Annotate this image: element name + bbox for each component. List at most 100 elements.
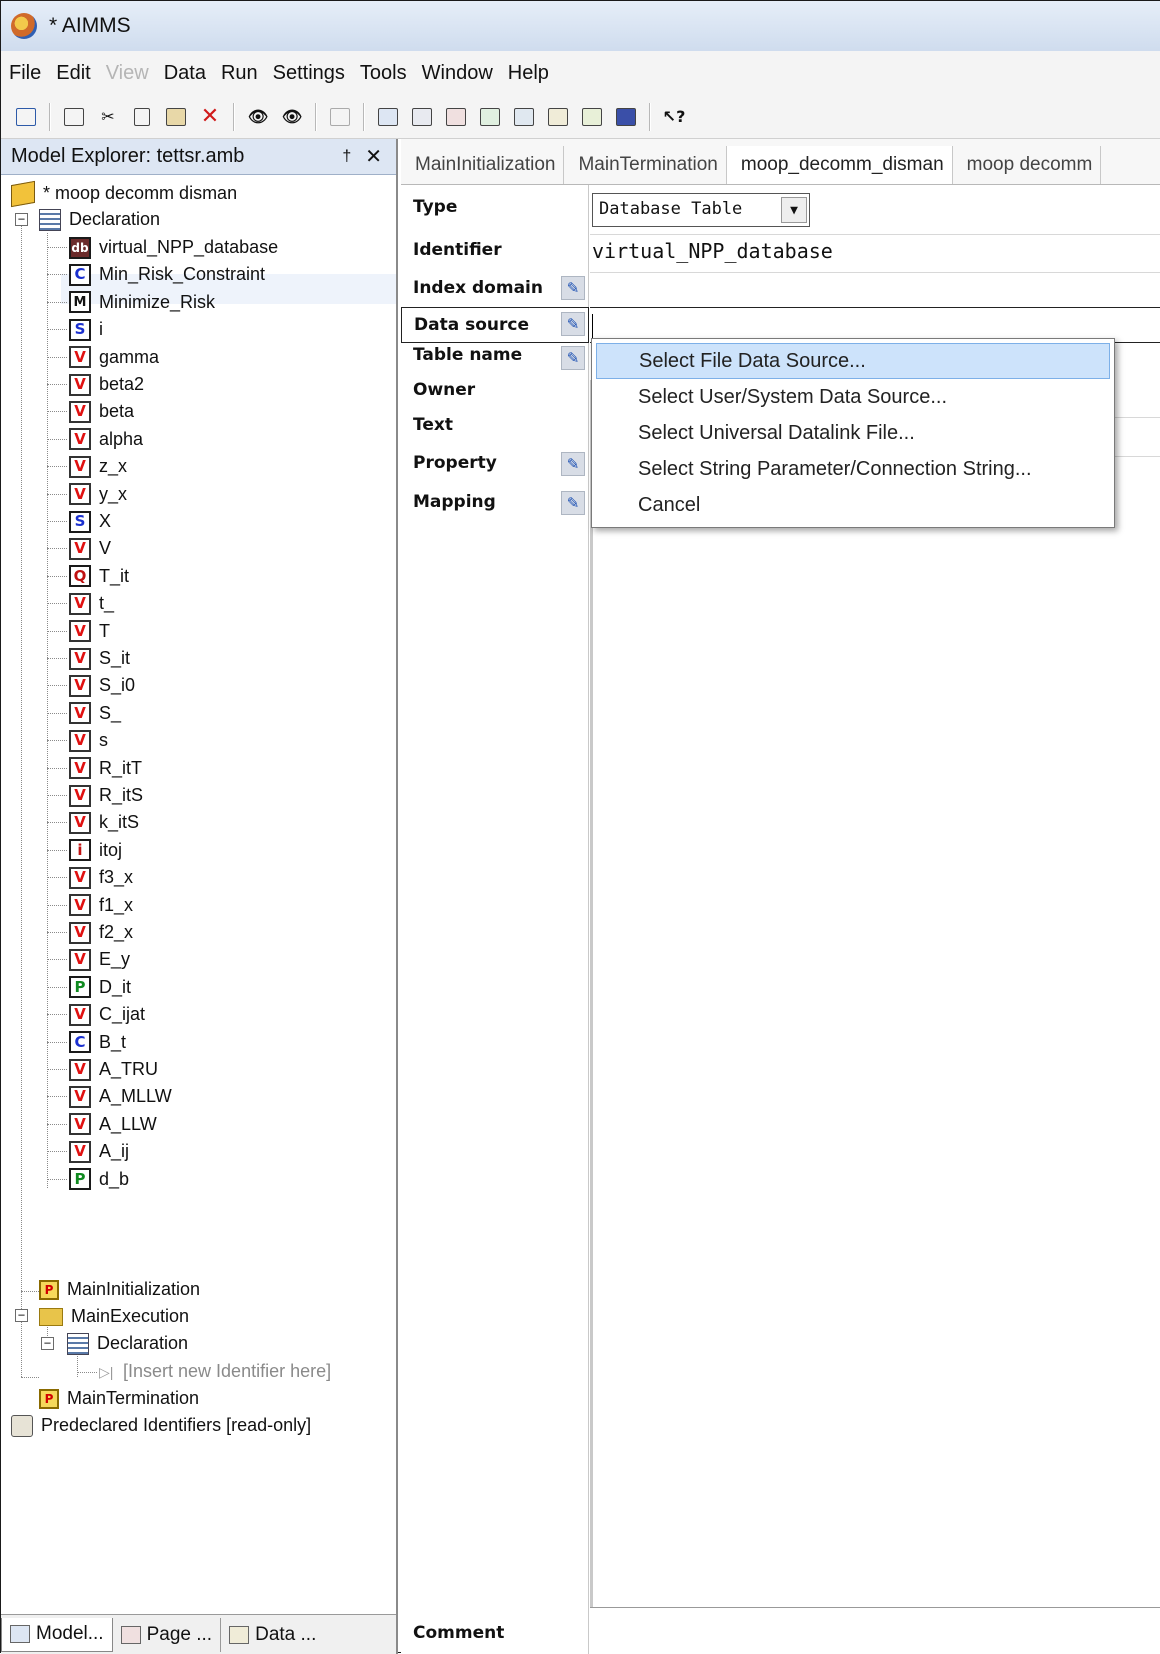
close-icon[interactable]: ✕ — [365, 144, 382, 169]
tree-declaration[interactable]: Declaration — [39, 206, 160, 233]
chevron-down-icon[interactable]: ▼ — [781, 197, 807, 223]
tree-exec-declaration[interactable]: Declaration — [67, 1330, 188, 1357]
identifier-row[interactable]: C Min_Risk_Constraint — [69, 261, 265, 288]
menu-file[interactable]: File — [9, 62, 41, 85]
tab-model-explorer[interactable]: Model... — [1, 1617, 113, 1652]
calendar-icon[interactable] — [13, 104, 39, 130]
comment-field[interactable] — [590, 1607, 1160, 1654]
identifier-row[interactable]: V A_ij — [69, 1138, 129, 1165]
tree-root-model[interactable]: * moop decomm disman — [11, 180, 237, 207]
menu-tools[interactable]: Tools — [360, 62, 407, 85]
identifier-row[interactable]: Vf1_x — [69, 892, 133, 919]
identifier-row[interactable]: V R_itT — [69, 755, 142, 782]
identifier-row[interactable]: VV — [69, 535, 111, 562]
data-manager-icon[interactable] — [545, 104, 571, 130]
identifier-row[interactable]: Vf2_x — [69, 919, 133, 946]
tab-data-manager[interactable]: Data ... — [221, 1618, 324, 1652]
identifier-row[interactable]: V S_it — [69, 645, 130, 672]
find-icon[interactable]: 👁 — [245, 104, 271, 130]
tab-moop-decomm-disman[interactable]: moop_decomm_disman — [726, 146, 953, 184]
identifier-row[interactable]: VT — [69, 618, 110, 645]
menu-item-select-string-parameter[interactable]: Select String Parameter/Connection Strin… — [596, 451, 1110, 487]
tree-main-execution[interactable]: MainExecution — [39, 1303, 189, 1330]
wizard-button-icon[interactable]: ✎ — [561, 452, 585, 476]
menu-builder-icon[interactable] — [511, 104, 537, 130]
identifier-row[interactable]: Vf3_x — [69, 864, 133, 891]
identifier-row[interactable]: V R_itS — [69, 782, 143, 809]
identifier-row[interactable]: Vy_x — [69, 481, 127, 508]
model-explorer-icon[interactable] — [375, 104, 401, 130]
identifier-name: X — [99, 511, 112, 531]
wizard-button-icon[interactable]: ✎ — [561, 312, 585, 336]
tab-main-initialization[interactable]: MainInitialization — [401, 146, 565, 184]
identifier-type-icon: V — [69, 455, 91, 478]
identifier-row[interactable]: Si — [69, 316, 103, 343]
find-next-icon[interactable]: 👁 — [279, 104, 305, 130]
pin-icon[interactable]: † — [342, 148, 351, 166]
wizard-button-icon[interactable]: ✎ — [561, 346, 585, 370]
identifier-row[interactable]: Q T_it — [69, 563, 129, 590]
menu-item-cancel[interactable]: Cancel — [596, 487, 1110, 523]
identifier-row[interactable]: Vs — [69, 727, 108, 754]
identifier-row[interactable]: V A_TRU — [69, 1056, 158, 1083]
identifier-row[interactable]: Valpha — [69, 426, 143, 453]
identifier-row[interactable]: C B_t — [69, 1029, 126, 1056]
page-manager-icon[interactable] — [443, 104, 469, 130]
template-manager-icon[interactable] — [477, 104, 503, 130]
identifier-type-icon: V — [69, 1113, 91, 1136]
identifier-row[interactable]: Pd_b — [69, 1166, 129, 1193]
procedure-icon: P — [39, 1388, 59, 1409]
identifier-row[interactable]: SX — [69, 508, 111, 535]
menu-item-select-file-data-source[interactable]: Select File Data Source... — [596, 343, 1110, 379]
tree-main-initialization[interactable]: P MainInitialization — [39, 1276, 200, 1303]
identifier-selector-icon[interactable] — [409, 104, 435, 130]
menu-data[interactable]: Data — [164, 62, 206, 85]
identifier-row[interactable]: Vt_ — [69, 590, 114, 617]
tab-page-manager[interactable]: Page ... — [113, 1617, 222, 1652]
tree-main-termination[interactable]: P MainTermination — [39, 1385, 199, 1412]
tab-moop-decomm[interactable]: moop decomm — [953, 146, 1102, 184]
paste-icon[interactable] — [163, 104, 189, 130]
menu-item-select-user-system-data-source[interactable]: Select User/System Data Source... — [596, 379, 1110, 415]
wizard-button-icon[interactable]: ✎ — [561, 491, 585, 515]
identifier-row[interactable]: Vz_x — [69, 453, 127, 480]
identifier-row[interactable]: V C_ijat — [69, 1001, 145, 1028]
case-manager-icon[interactable] — [579, 104, 605, 130]
tab-main-termination[interactable]: MainTermination — [564, 146, 727, 184]
identifier-row[interactable]: V S_ — [69, 700, 121, 727]
identifier-row[interactable]: M Minimize_Risk — [69, 289, 215, 316]
identifier-row[interactable]: db virtual_NPP_database — [69, 234, 278, 261]
identifier-name: virtual_NPP_database — [99, 237, 279, 257]
identifier-row[interactable]: Vk_itS — [69, 809, 139, 836]
menu-item-select-universal-datalink-file[interactable]: Select Universal Datalink File... — [596, 415, 1110, 451]
tab-label: Model... — [36, 1623, 104, 1644]
identifier-row[interactable]: V E_y — [69, 946, 130, 973]
menu-edit[interactable]: Edit — [56, 62, 90, 85]
tree-predeclared[interactable]: Predeclared Identifiers [read-only] — [11, 1412, 311, 1439]
menu-help[interactable]: Help — [508, 62, 549, 85]
delete-icon[interactable]: ✕ — [197, 104, 223, 130]
tree-insert-identifier[interactable]: ▷| [Insert new Identifier here] — [99, 1358, 331, 1385]
copy-icon[interactable] — [129, 104, 155, 130]
identifier-row[interactable]: Vgamma — [69, 344, 159, 371]
type-dropdown[interactable]: Database Table ▼ — [592, 193, 810, 227]
cut-icon[interactable]: ✂ — [95, 104, 121, 130]
wizard-button-icon[interactable]: ✎ — [561, 276, 585, 300]
menu-window[interactable]: Window — [422, 62, 493, 85]
identifier-row[interactable]: V S_i0 — [69, 672, 135, 699]
context-help-icon[interactable]: ↖? — [661, 104, 687, 130]
identifier-row[interactable]: i itoj — [69, 837, 122, 864]
menu-run[interactable]: Run — [221, 62, 258, 85]
menu-settings[interactable]: Settings — [273, 62, 345, 85]
collapse-icon[interactable]: − — [15, 213, 28, 226]
collapse-icon[interactable]: − — [41, 1337, 54, 1350]
identifier-value[interactable]: virtual_NPP_database — [592, 239, 833, 263]
identifier-row[interactable]: V A_LLW — [69, 1111, 157, 1138]
identifier-row[interactable]: Vbeta2 — [69, 371, 144, 398]
new-window-icon[interactable] — [61, 104, 87, 130]
info-icon[interactable] — [613, 104, 639, 130]
identifier-row[interactable]: Vbeta — [69, 398, 134, 425]
identifier-row[interactable]: P D_it — [69, 974, 131, 1001]
identifier-row[interactable]: V A_MLLW — [69, 1083, 172, 1110]
collapse-icon[interactable]: − — [15, 1309, 28, 1322]
